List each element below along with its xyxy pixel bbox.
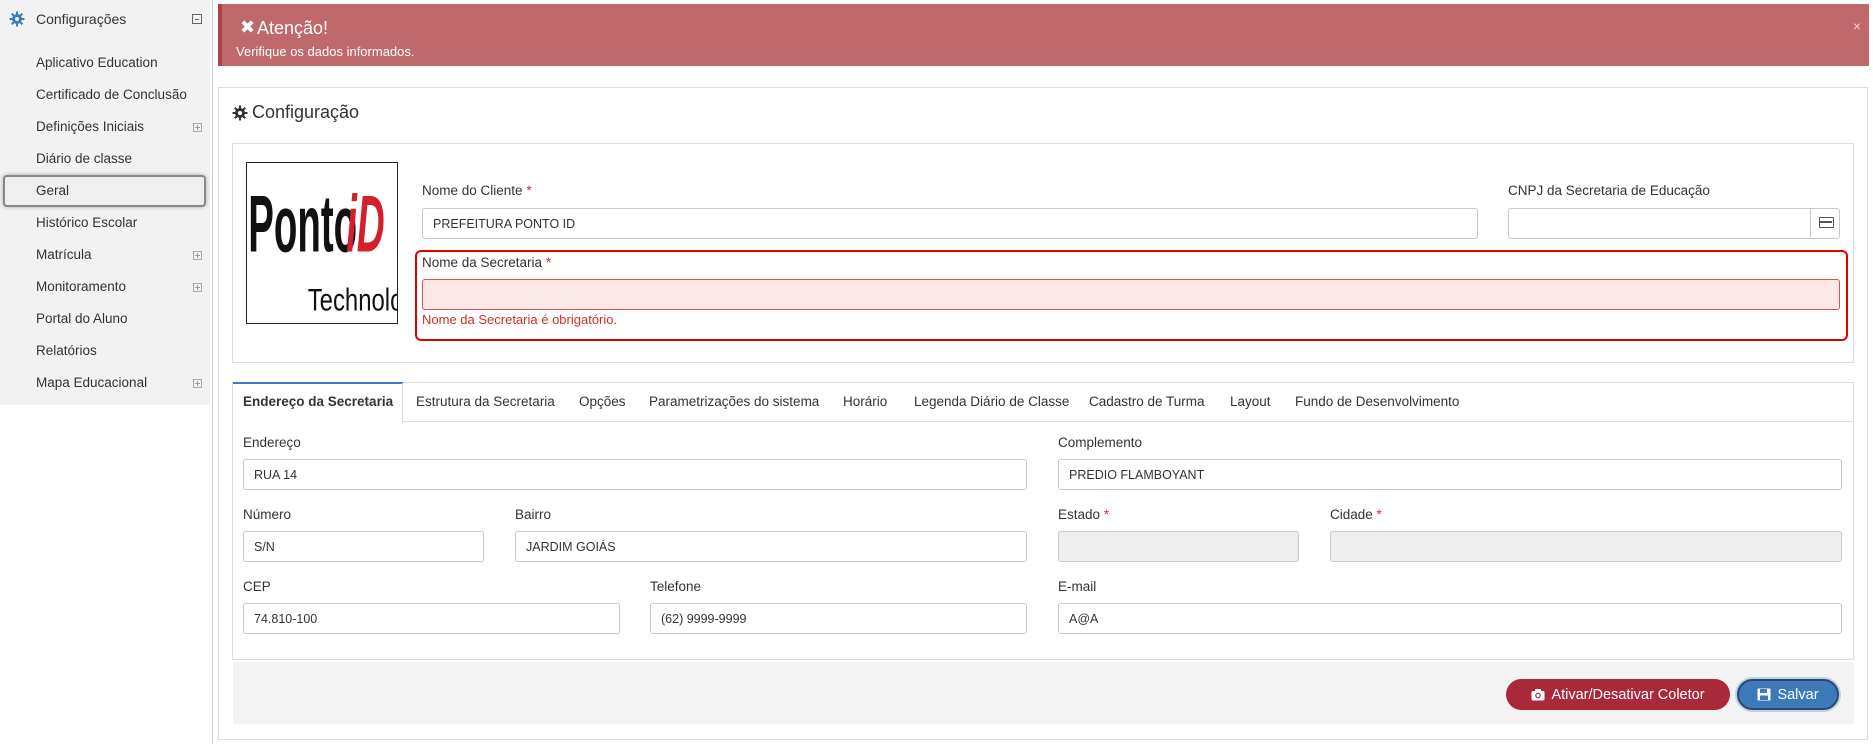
gear-icon (232, 105, 248, 121)
tab-fundo-de-desenvolvimento[interactable]: Fundo de Desenvolvimento (1295, 394, 1459, 409)
complemento-input[interactable]: PREDIO FLAMBOYANT (1058, 459, 1842, 490)
collapse-icon[interactable] (192, 14, 202, 24)
toggle-coletor-label: Ativar/Desativar Coletor (1551, 686, 1705, 703)
telefone-input[interactable]: (62) 9999-9999 (650, 603, 1027, 634)
endereco-label: Endereço (243, 435, 301, 450)
sidebar-item-label: Relatórios (36, 343, 97, 358)
sidebar-header[interactable]: Configurações (0, 0, 210, 38)
tab-cadastro-de-turma[interactable]: Cadastro de Turma (1089, 394, 1205, 409)
sidebar-item-historico-escolar[interactable]: Histórico Escolar (0, 207, 210, 239)
tab-estrutura-da-secretaria[interactable]: Estrutura da Secretaria (416, 394, 555, 409)
telefone-label: Telefone (650, 579, 702, 594)
secretaria-error-message: Nome da Secretaria é obrigatório. (422, 312, 618, 327)
sidebar-item-monitoramento[interactable]: Monitoramento (0, 271, 210, 303)
toggle-coletor-button[interactable]: Ativar/Desativar Coletor (1506, 679, 1730, 710)
page-title-text: Configuração (252, 102, 360, 122)
sidebar-item-label: Diário de classe (36, 151, 133, 166)
endereco-value: RUA 14 (254, 468, 298, 482)
bairro-label: Bairro (515, 507, 552, 522)
estado-select[interactable] (1058, 531, 1299, 562)
cidade-select[interactable] (1330, 531, 1842, 562)
tab-opcoes[interactable]: Opções (579, 394, 626, 409)
sidebar-item-matricula[interactable]: Matrícula (0, 239, 210, 271)
numero-label: Número (243, 507, 292, 522)
logo-brand-sub: Technology (308, 283, 398, 318)
sidebar-item-geral[interactable]: Geral (3, 175, 206, 207)
save-button[interactable]: Salvar (1737, 679, 1839, 710)
sidebar: Configurações Aplicativo Education Certi… (0, 0, 210, 405)
cidade-label: Cidade * (1330, 507, 1382, 522)
sidebar-item-label: Matrícula (36, 247, 92, 262)
numero-value: S/N (254, 540, 275, 554)
logo-brand-main: Ponto (248, 180, 357, 269)
card-icon-button[interactable] (1810, 208, 1840, 237)
email-label: E-mail (1058, 579, 1097, 594)
sidebar-item-diario-de-classe[interactable]: Diário de classe (0, 143, 210, 175)
endereco-input[interactable]: RUA 14 (243, 459, 1027, 490)
close-icon[interactable]: × (1853, 18, 1861, 34)
camera-icon (1531, 689, 1545, 701)
floppy-disk-icon (1757, 688, 1771, 701)
alert-title: Atenção! (257, 18, 329, 38)
email-value: A@A (1069, 612, 1099, 626)
sidebar-item-label: Portal do Aluno (36, 311, 128, 326)
expand-icon[interactable] (193, 379, 202, 388)
sidebar-item-label: Monitoramento (36, 279, 127, 294)
sidebar-item-mapa-educacional[interactable]: Mapa Educacional (0, 367, 210, 399)
cep-input[interactable]: 74.810-100 (243, 603, 620, 634)
bairro-input[interactable]: JARDIM GOIÁS (515, 531, 1027, 562)
cliente-label: Nome do Cliente * (422, 183, 532, 198)
complemento-value: PREDIO FLAMBOYANT (1069, 468, 1205, 482)
gear-icon (9, 11, 25, 27)
cnpj-input[interactable] (1508, 208, 1840, 239)
cliente-input[interactable]: PREFEITURA PONTO ID (422, 208, 1478, 239)
error-x-icon: ✖ (240, 17, 256, 37)
telefone-value: (62) 9999-9999 (661, 612, 747, 626)
page-title: Configuração (232, 102, 359, 123)
logo-brand-accent: iD (346, 180, 384, 269)
numero-input[interactable]: S/N (243, 531, 484, 562)
client-logo: Ponto iD Technology (246, 162, 398, 324)
secretaria-label: Nome da Secretaria * (422, 255, 552, 270)
cnpj-label: CNPJ da Secretaria de Educação (1508, 183, 1710, 198)
sidebar-item-label: Mapa Educacional (36, 375, 148, 390)
sidebar-item-label: Certificado de Conclusão (36, 87, 187, 102)
sidebar-item-label: Aplicativo Education (36, 55, 158, 70)
tab-layout[interactable]: Layout (1230, 394, 1271, 409)
sidebar-title: Configurações (36, 11, 127, 27)
complemento-label: Complemento (1058, 435, 1143, 450)
sidebar-item-certificado-de-conclusao[interactable]: Certificado de Conclusão (0, 79, 210, 111)
email-input[interactable]: A@A (1058, 603, 1842, 634)
save-label: Salvar (1777, 686, 1819, 703)
sidebar-item-label: Histórico Escolar (36, 215, 138, 230)
estado-label: Estado * (1058, 507, 1110, 522)
expand-icon[interactable] (193, 283, 202, 292)
tab-horario[interactable]: Horário (843, 394, 887, 409)
expand-icon[interactable] (193, 251, 202, 260)
cep-value: 74.810-100 (254, 612, 318, 626)
alert-message: Verifique os dados informados. (236, 44, 415, 59)
cliente-value: PREFEITURA PONTO ID (433, 217, 576, 231)
cep-label: CEP (243, 579, 271, 594)
secretaria-input[interactable] (422, 279, 1840, 310)
expand-icon[interactable] (193, 123, 202, 132)
sidebar-item-aplicativo-education[interactable]: Aplicativo Education (0, 47, 210, 79)
sidebar-item-relatorios[interactable]: Relatórios (0, 335, 210, 367)
alert-banner: ✖ Atenção! Verifique os dados informados… (218, 4, 1869, 66)
tab-legenda-diario-de-classe[interactable]: Legenda Diário de Classe (914, 394, 1069, 409)
sidebar-item-definicoes-iniciais[interactable]: Definições Iniciais (0, 111, 210, 143)
bairro-value: JARDIM GOIÁS (526, 540, 616, 554)
tab-parametrizacoes-do-sistema[interactable]: Parametrizações do sistema (649, 394, 819, 409)
tab-endereco-da-secretaria[interactable]: Endereço da Secretaria (243, 394, 393, 409)
sidebar-item-label: Definições Iniciais (36, 119, 145, 134)
credit-card-icon (1819, 217, 1834, 228)
sidebar-item-portal-do-aluno[interactable]: Portal do Aluno (0, 303, 210, 335)
sidebar-item-label: Geral (36, 183, 70, 198)
